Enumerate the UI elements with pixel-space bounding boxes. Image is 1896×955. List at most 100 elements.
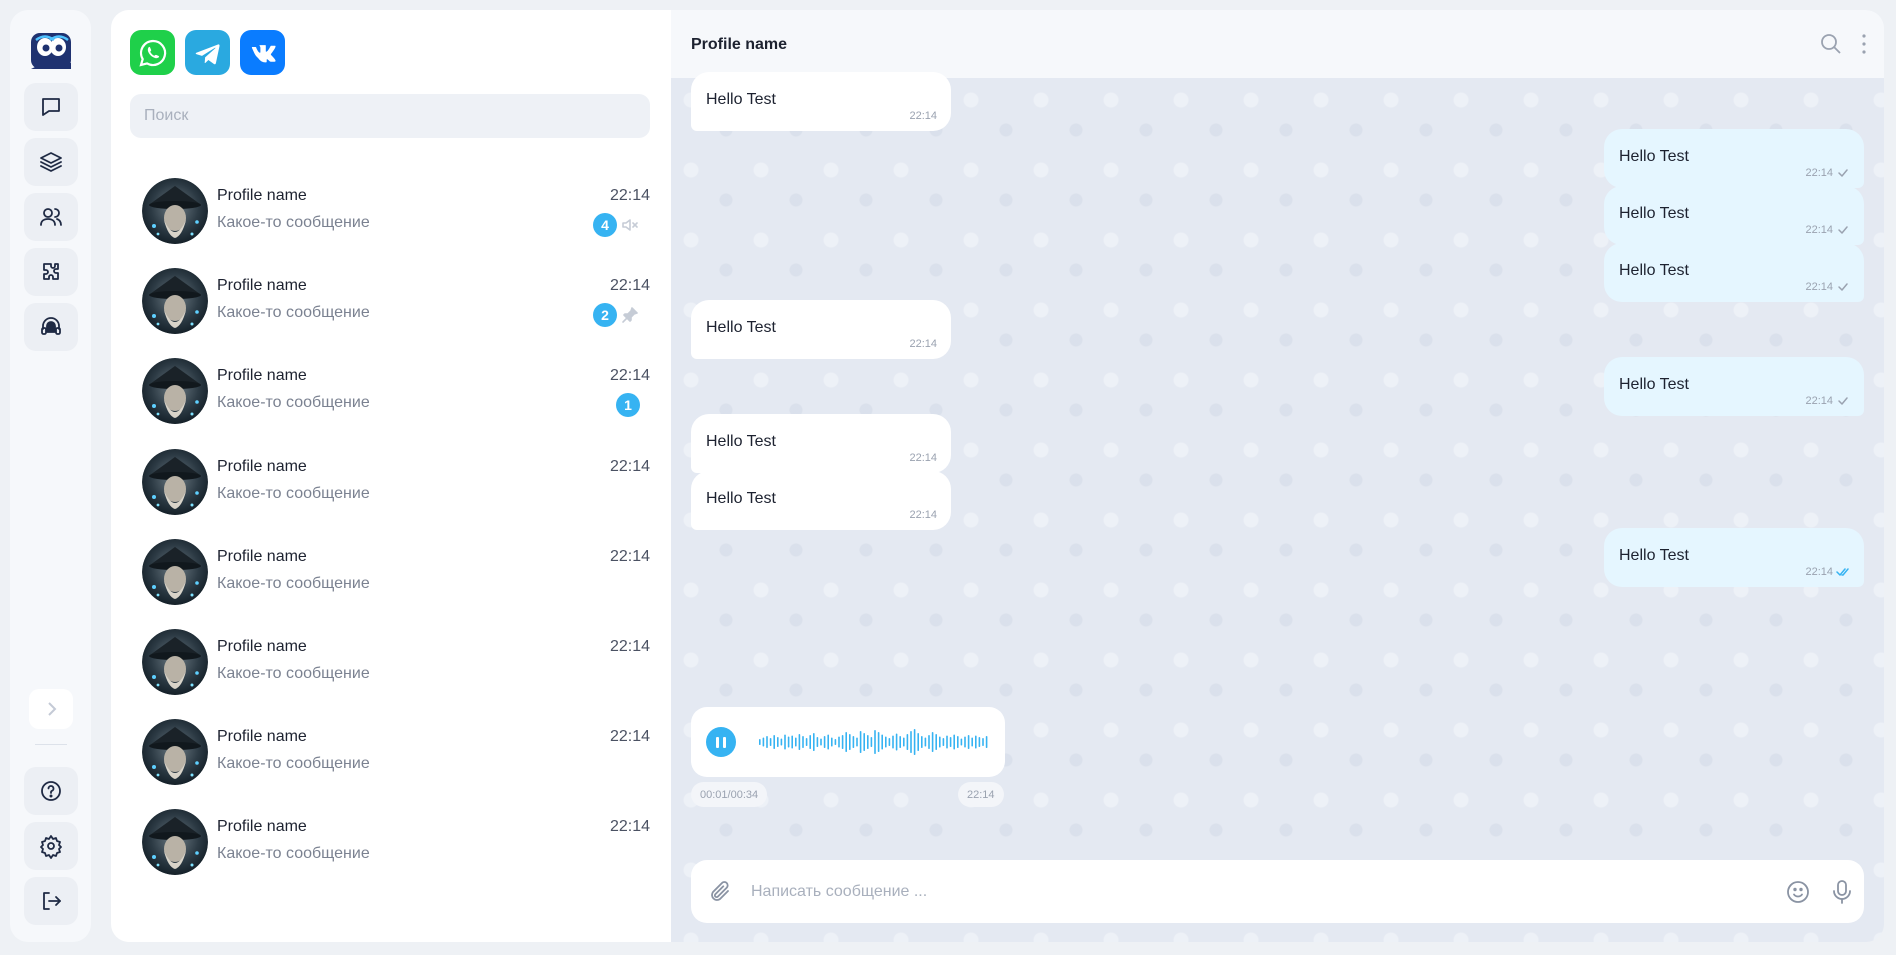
chat-time: 22:14 — [609, 458, 650, 475]
waveform-bar — [867, 735, 869, 749]
nav-support-button[interactable] — [24, 303, 78, 351]
chat-time: 22:14 — [609, 187, 650, 204]
message-time: 22:14 — [1805, 566, 1850, 578]
incoming-message[interactable]: Hello Test 22:14 — [691, 471, 951, 530]
vk-icon — [251, 44, 276, 62]
waveform-bar — [982, 738, 984, 746]
chat-search-input[interactable] — [130, 94, 650, 138]
message-time-text: 22:14 — [909, 110, 937, 122]
logout-icon — [43, 892, 61, 910]
message-time-text: 22:14 — [1805, 566, 1833, 578]
whatsapp-icon — [138, 39, 166, 67]
waveform-bar — [924, 737, 927, 747]
chat-preview: Какое-то сообщение — [217, 394, 370, 411]
outgoing-message[interactable]: Hello Test 22:14 — [1604, 186, 1864, 245]
telegram-button[interactable] — [185, 30, 230, 75]
incoming-message[interactable]: Hello Test 22:14 — [691, 414, 951, 473]
waveform-bar — [834, 739, 837, 745]
conversation-title[interactable]: Profile name — [691, 36, 787, 54]
waveform-bar — [773, 735, 775, 749]
voice-position: 00:01/00:34 — [691, 782, 768, 807]
waveform-bar — [769, 738, 772, 746]
waveform-bar — [877, 732, 880, 752]
avatar — [142, 358, 208, 424]
search-conversation-button[interactable] — [1818, 31, 1844, 57]
waveform-bar — [823, 736, 826, 748]
message-time: 22:14 — [1805, 395, 1850, 407]
chat-time: 22:14 — [609, 277, 650, 294]
microphone-icon — [1833, 880, 1851, 904]
waveform-bar — [921, 736, 923, 748]
chat-time: 22:14 — [609, 548, 650, 565]
search-icon — [1821, 34, 1841, 54]
message-time: 22:14 — [909, 452, 937, 464]
waveform-bar — [863, 733, 865, 751]
message-time-text: 22:14 — [1805, 167, 1833, 179]
chat-list-item[interactable]: Profile name Какое-то сообщение 22:14 2 — [111, 256, 671, 346]
chat-list-item[interactable]: Profile name Какое-то сообщение 22:14 — [111, 797, 671, 887]
double-check-icon — [1836, 568, 1849, 576]
message-time: 22:14 — [1805, 224, 1850, 236]
chat-list-item[interactable]: Profile name Какое-то сообщение 22:14 1 — [111, 346, 671, 436]
chat-name: Profile name — [217, 638, 307, 655]
audio-waveform[interactable] — [759, 729, 989, 755]
waveform-bar — [978, 737, 981, 747]
conversation-panel: Profile name Hello Test 22:14 Hello Test 22… — [671, 10, 1884, 942]
app-logo[interactable] — [29, 29, 73, 73]
message-text: Hello Test — [706, 490, 776, 507]
waveform-bar — [939, 736, 941, 748]
waveform-bar — [784, 734, 786, 750]
whatsapp-button[interactable] — [130, 30, 175, 75]
pause-button[interactable] — [706, 727, 736, 757]
more-options-button[interactable] — [1851, 31, 1877, 57]
chat-list-item[interactable]: Profile name Какое-то сообщение 22:14 — [111, 617, 671, 707]
chat-list-item[interactable]: Profile name Какое-то сообщение 22:14 — [111, 527, 671, 617]
outgoing-message[interactable]: Hello Test 22:14 — [1604, 528, 1864, 587]
chat-list-item[interactable]: Profile name Какое-то сообщение 22:14 — [111, 707, 671, 797]
waveform-bar — [859, 731, 862, 753]
waveform-bar — [856, 737, 858, 747]
avatar — [142, 449, 208, 515]
waveform-bar — [838, 736, 840, 748]
nav-channels-button[interactable] — [24, 138, 78, 186]
message-text: Hello Test — [706, 433, 776, 450]
waveform-bar — [910, 731, 912, 753]
message-time-text: 22:14 — [909, 509, 937, 521]
waveform-bar — [766, 736, 768, 748]
waveform-bar — [935, 734, 937, 750]
nav-contacts-button[interactable] — [24, 193, 78, 241]
waveform-bar — [827, 734, 829, 750]
settings-button[interactable] — [24, 822, 78, 870]
nav-integrations-button[interactable] — [24, 248, 78, 296]
chat-list-item[interactable]: Profile name Какое-то сообщение 22:14 4 — [111, 166, 671, 256]
attach-button[interactable] — [707, 878, 735, 906]
voice-record-button[interactable] — [1828, 878, 1856, 906]
waveform-bar — [820, 738, 822, 746]
waveform-bar — [802, 736, 804, 748]
message-input[interactable] — [751, 860, 1751, 923]
help-button[interactable] — [24, 767, 78, 815]
incoming-message[interactable]: Hello Test 22:14 — [691, 72, 951, 131]
logout-button[interactable] — [24, 877, 78, 925]
waveform-bar — [870, 737, 873, 747]
chat-time: 22:14 — [609, 818, 650, 835]
gear-icon — [40, 835, 62, 859]
outgoing-message[interactable]: Hello Test 22:14 — [1604, 243, 1864, 302]
nav-chats-button[interactable] — [24, 83, 78, 131]
incoming-message[interactable]: Hello Test 22:14 — [691, 300, 951, 359]
outgoing-message[interactable]: Hello Test 22:14 — [1604, 129, 1864, 188]
chat-preview: Какое-то сообщение — [217, 845, 370, 862]
sidebar-expand-button[interactable] — [29, 689, 73, 729]
emoji-button[interactable] — [1784, 878, 1812, 906]
vk-button[interactable] — [240, 30, 285, 75]
waveform-bar — [795, 737, 797, 747]
waveform-bar — [964, 736, 966, 748]
message-text: Hello Test — [1619, 376, 1689, 393]
waveform-bar — [906, 734, 909, 750]
chat-list-item[interactable]: Profile name Какое-то сообщение 22:14 — [111, 437, 671, 527]
message-text: Hello Test — [1619, 547, 1689, 564]
pause-icon — [716, 736, 719, 748]
waveform-bar — [888, 738, 891, 746]
waveform-bar — [953, 734, 955, 750]
outgoing-message[interactable]: Hello Test 22:14 — [1604, 357, 1864, 416]
